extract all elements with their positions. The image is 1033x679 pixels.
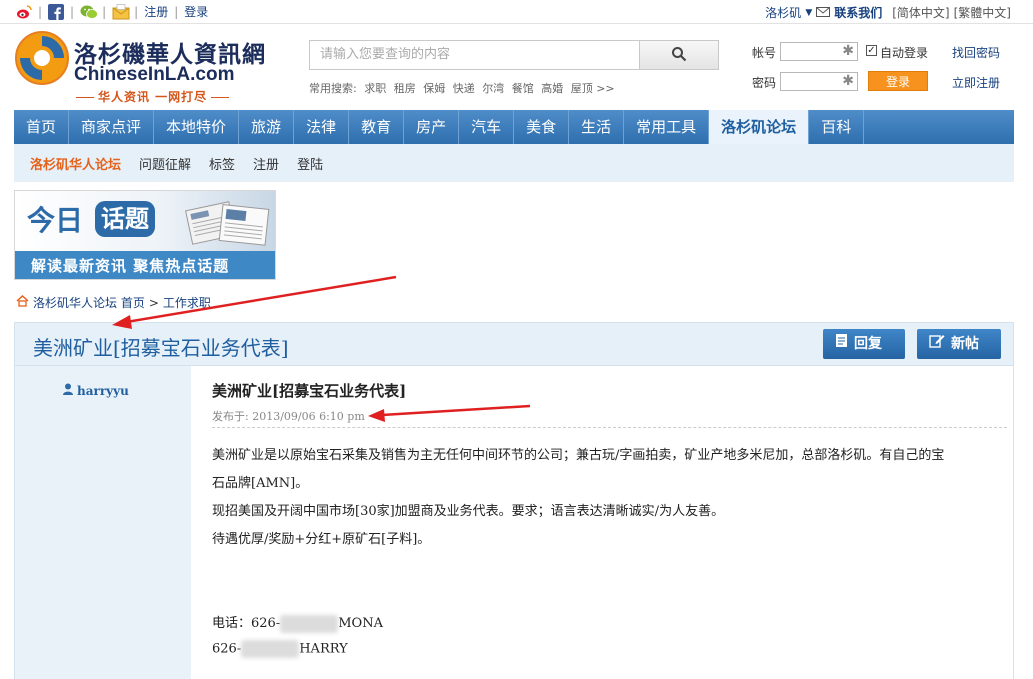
annotation-arrows [112, 275, 531, 422]
annotation-arrow-date [368, 404, 531, 422]
annotation-arrow-title [112, 275, 397, 329]
